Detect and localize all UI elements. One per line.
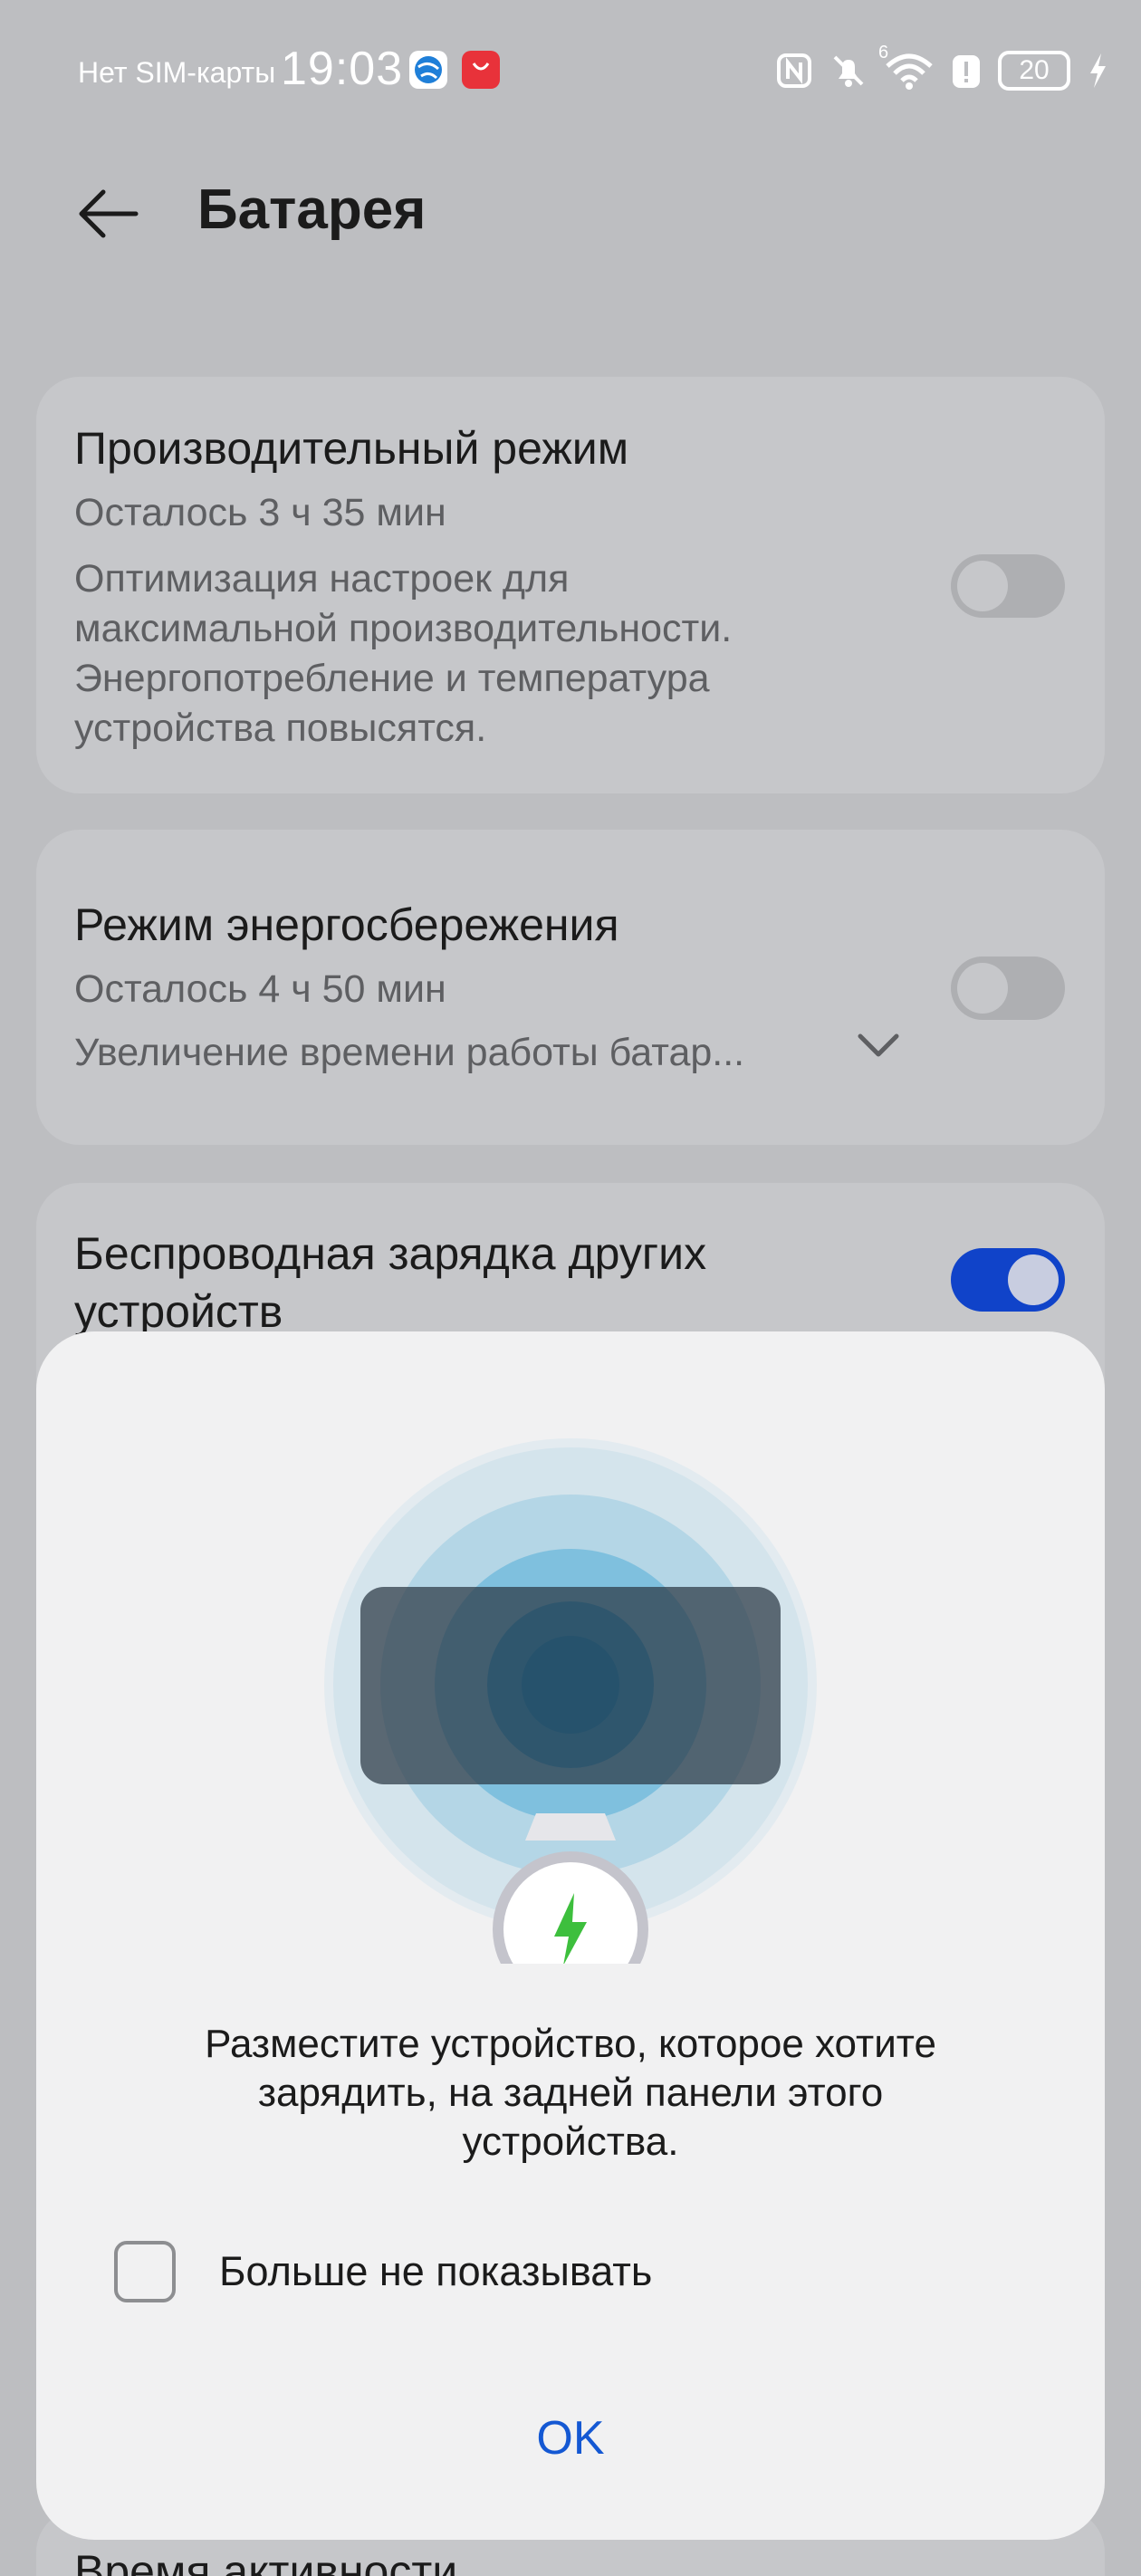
description-line: максимальной производительности. bbox=[74, 607, 733, 650]
browser-app-icon bbox=[409, 51, 447, 89]
back-arrow-icon bbox=[79, 189, 139, 238]
reverse-charging-illustration bbox=[36, 1438, 1105, 1984]
description-line: Энергопотребление и температура bbox=[74, 657, 710, 700]
power-saving-remaining: Осталось 4 ч 50 мин bbox=[74, 967, 446, 1011]
ok-button[interactable]: OK bbox=[435, 2393, 706, 2484]
message-line: зарядить, на задней панели этого bbox=[257, 2071, 884, 2115]
toggle-knob bbox=[1008, 1254, 1059, 1305]
power-saving-toggle[interactable] bbox=[951, 956, 1065, 1020]
message-line: Разместите устройство, которое хотите bbox=[205, 2022, 936, 2066]
app-gallery-icon bbox=[462, 51, 500, 89]
performance-mode-description: Оптимизация настроек для максимальной пр… bbox=[74, 554, 871, 754]
dont-show-again-label[interactable]: Больше не показывать bbox=[219, 2248, 652, 2295]
performance-mode-title: Производительный режим bbox=[74, 423, 629, 474]
wireless-reverse-charging-title: Беспроводная зарядка других устройств bbox=[74, 1225, 706, 1341]
power-saving-description: Увеличение времени работы батар... bbox=[74, 1031, 745, 1074]
power-saving-card[interactable]: Режим энергосбережения Осталось 4 ч 50 м… bbox=[36, 830, 1105, 1145]
description-line: Оптимизация настроек для bbox=[74, 557, 570, 601]
battery-icon: 20 bbox=[998, 51, 1070, 91]
charging-bolt-icon bbox=[1087, 52, 1108, 90]
watch-strap bbox=[525, 1813, 616, 1841]
description-line: устройства повысятся. bbox=[74, 706, 487, 750]
nfc-icon bbox=[775, 52, 813, 90]
dont-show-again-checkbox[interactable] bbox=[114, 2241, 176, 2302]
message-line: устройства. bbox=[462, 2119, 679, 2164]
performance-mode-toggle[interactable] bbox=[951, 554, 1065, 618]
toggle-knob bbox=[957, 963, 1008, 1014]
page-title: Батарея bbox=[197, 178, 427, 241]
dialog-message: Разместите устройство, которое хотите за… bbox=[118, 2020, 1023, 2167]
network-type-label: 6 bbox=[878, 43, 889, 62]
wireless-charging-dialog: Разместите устройство, которое хотите за… bbox=[36, 1331, 1105, 2540]
performance-mode-remaining: Осталось 3 ч 35 мин bbox=[74, 491, 446, 534]
power-saving-title: Режим энергосбережения bbox=[74, 899, 619, 950]
toggle-knob bbox=[957, 561, 1008, 611]
performance-mode-card[interactable]: Производительный режим Осталось 3 ч 35 м… bbox=[36, 377, 1105, 793]
wifi-icon: 6 bbox=[878, 43, 935, 90]
illustration-mask bbox=[36, 1964, 1105, 1984]
activity-time-title: Время активности bbox=[74, 2546, 458, 2576]
back-button[interactable] bbox=[72, 178, 145, 250]
wireless-reverse-charging-toggle[interactable] bbox=[951, 1248, 1065, 1312]
chevron-down-icon[interactable] bbox=[851, 1027, 906, 1063]
carrier-label: Нет SIM-карты bbox=[78, 56, 276, 89]
status-bar: Нет SIM-карты 19:03 6 20 bbox=[0, 0, 1141, 145]
phone-silhouette bbox=[360, 1587, 781, 1784]
mute-bell-icon bbox=[829, 52, 868, 90]
clock: 19:03 bbox=[281, 43, 404, 95]
alert-icon bbox=[951, 52, 982, 90]
title-line: Беспроводная зарядка других bbox=[74, 1228, 707, 1279]
battery-level: 20 bbox=[1019, 55, 1050, 85]
